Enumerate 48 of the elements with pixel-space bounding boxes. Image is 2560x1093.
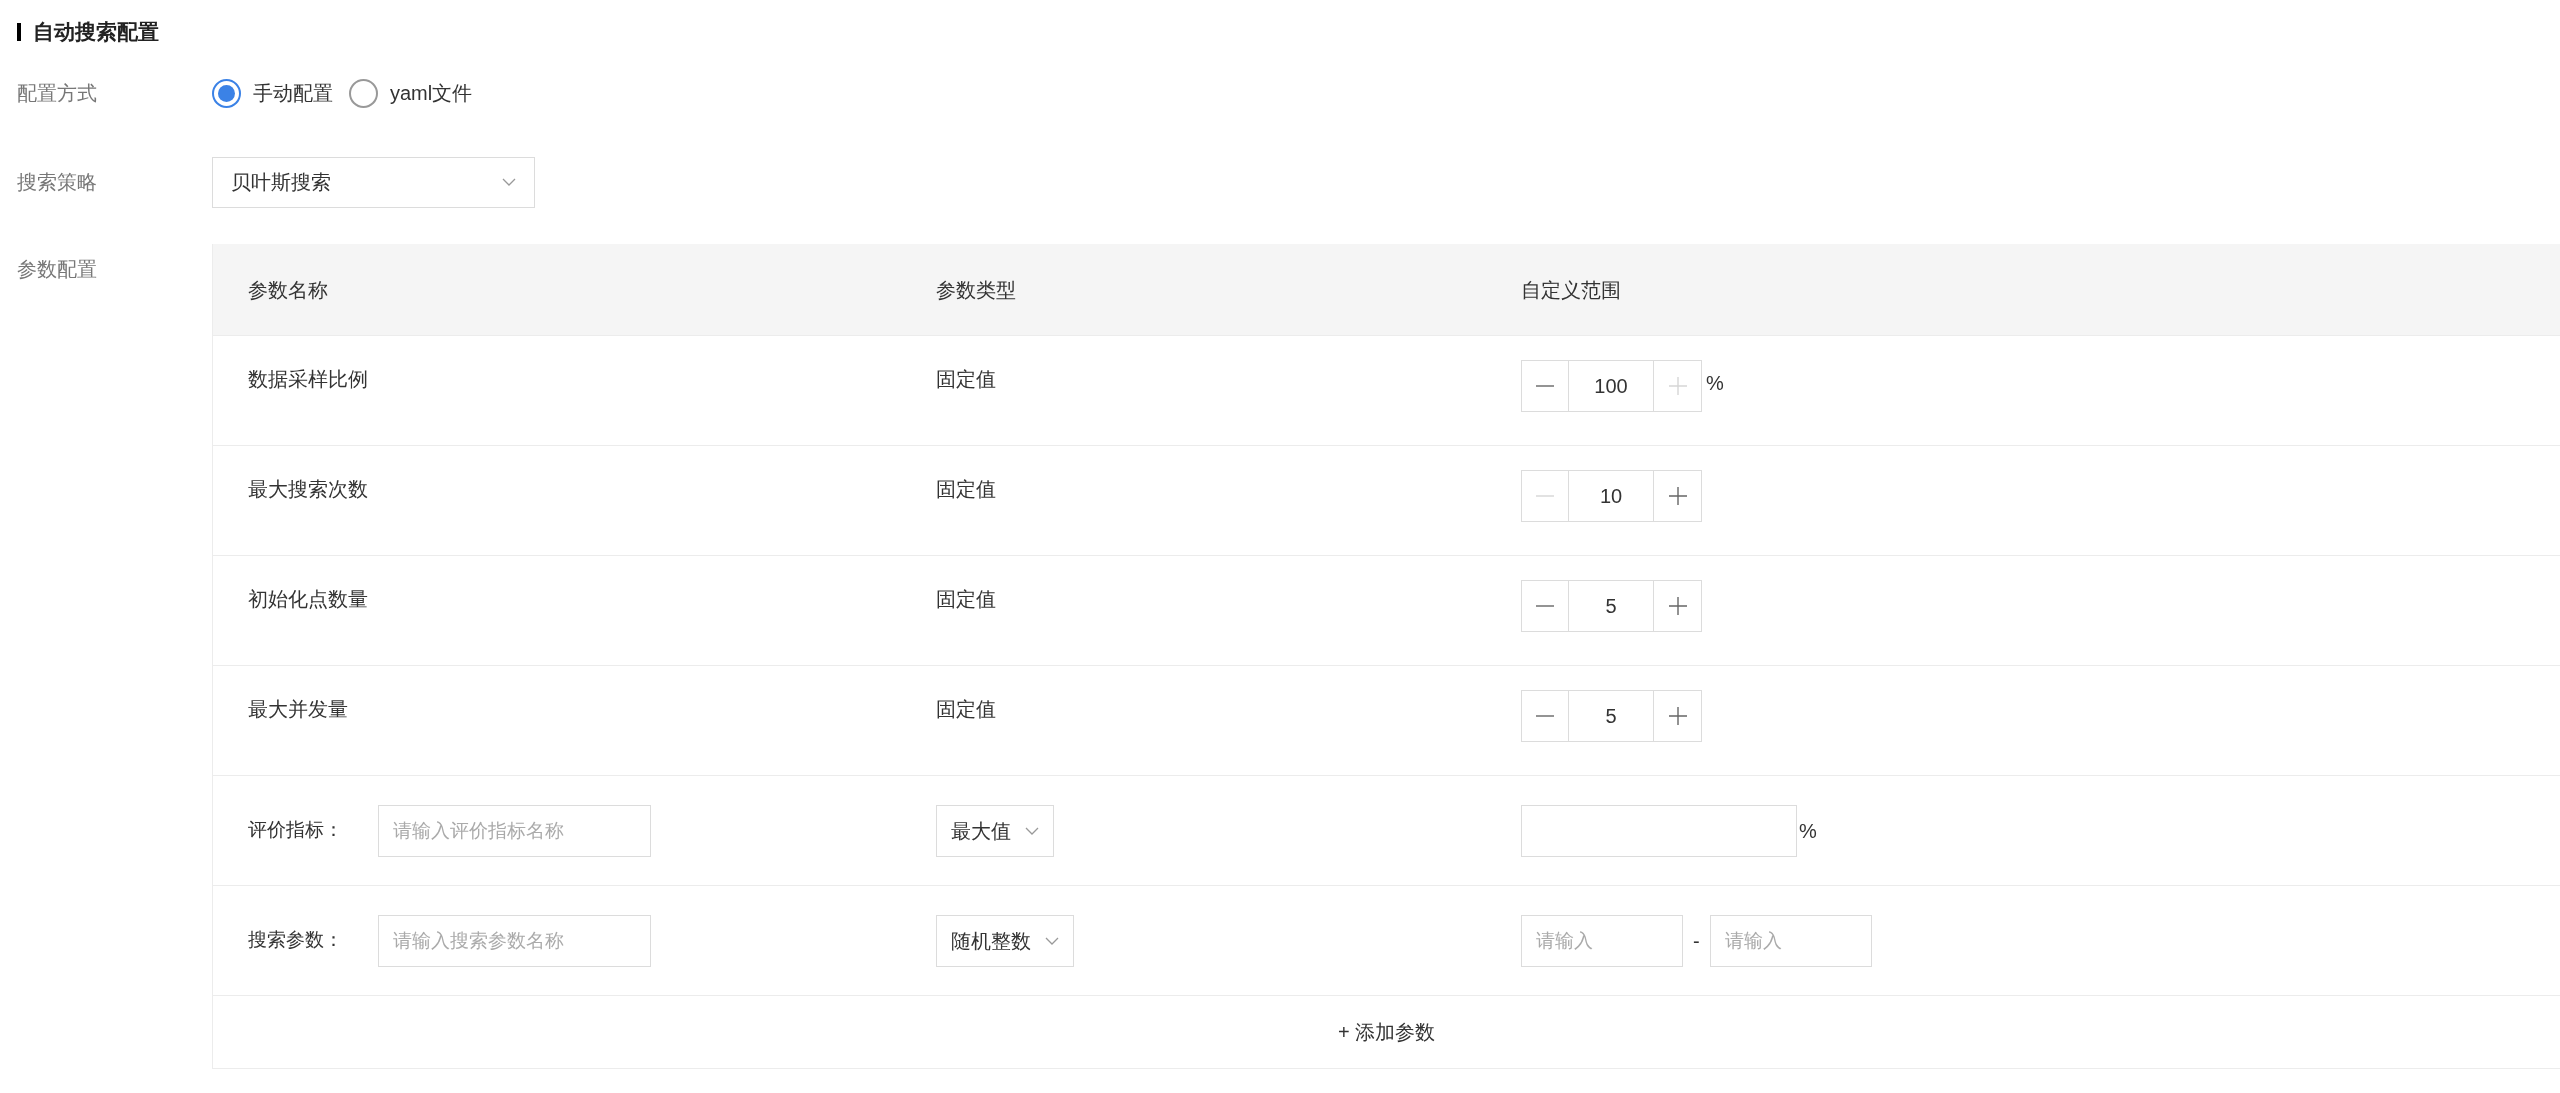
param-type: 固定值	[936, 588, 996, 610]
plus-icon	[1667, 706, 1688, 726]
chevron-down-icon	[1025, 826, 1039, 835]
column-header: 自定义范围	[1521, 277, 1621, 303]
radio-option[interactable]: yaml文件	[349, 78, 473, 108]
chevron-down-icon	[502, 178, 516, 186]
param-type: 固定值	[936, 368, 996, 390]
minus-icon	[1535, 385, 1555, 387]
param-label: 搜索参数：	[248, 928, 344, 953]
plus-icon	[1667, 486, 1688, 506]
unit-label: %	[1799, 818, 1817, 844]
radio-button[interactable]	[349, 78, 378, 108]
chevron-down-icon	[1045, 936, 1059, 945]
max-input-field[interactable]: 请输入	[1709, 914, 1872, 967]
param-name: 数据采样比例	[248, 368, 368, 390]
radio-option[interactable]: 手动配置	[212, 78, 333, 108]
range-separator: -	[1693, 928, 1700, 954]
param-type: 固定值	[936, 698, 996, 720]
min-input-field[interactable]: 请输入	[1521, 914, 1683, 967]
column-header: 参数名称	[247, 277, 329, 303]
number-stepper[interactable]: 5	[1521, 690, 1702, 742]
form-label: 参数配置	[17, 257, 98, 282]
minus-icon	[1535, 715, 1555, 717]
column-header: 参数类型	[935, 277, 1017, 303]
plus-icon	[1667, 376, 1688, 396]
name-input-field[interactable]: 请输入评价指标名称	[378, 804, 651, 857]
type-select[interactable]: 最大值	[936, 804, 1054, 857]
strategy-select[interactable]: 贝叶斯搜索	[212, 156, 535, 208]
unit-label: %	[1706, 371, 1724, 396]
number-stepper[interactable]: 100	[1521, 360, 1702, 412]
radio-button[interactable]	[212, 78, 241, 108]
param-name: 初始化点数量	[248, 588, 368, 610]
name-input-field[interactable]: 请输入搜索参数名称	[378, 914, 651, 967]
minus-icon	[1535, 605, 1555, 607]
form-label: 配置方式	[17, 81, 98, 106]
type-select[interactable]: 随机整数	[936, 914, 1074, 967]
param-label: 评价指标：	[248, 818, 344, 843]
param-type: 固定值	[936, 478, 996, 500]
value-input-field[interactable]	[1521, 804, 1797, 857]
add-param-button[interactable]: + 添加参数	[1337, 1017, 1436, 1047]
number-stepper[interactable]: 10	[1521, 470, 1702, 522]
number-stepper[interactable]: 5	[1521, 580, 1702, 632]
section-title: 自动搜索配置	[33, 19, 159, 46]
plus-icon	[1667, 596, 1688, 616]
title-bar-marker	[17, 23, 21, 41]
param-name: 最大搜索次数	[248, 478, 368, 500]
form-label: 搜索策略	[17, 170, 98, 195]
param-name: 最大并发量	[248, 698, 348, 720]
